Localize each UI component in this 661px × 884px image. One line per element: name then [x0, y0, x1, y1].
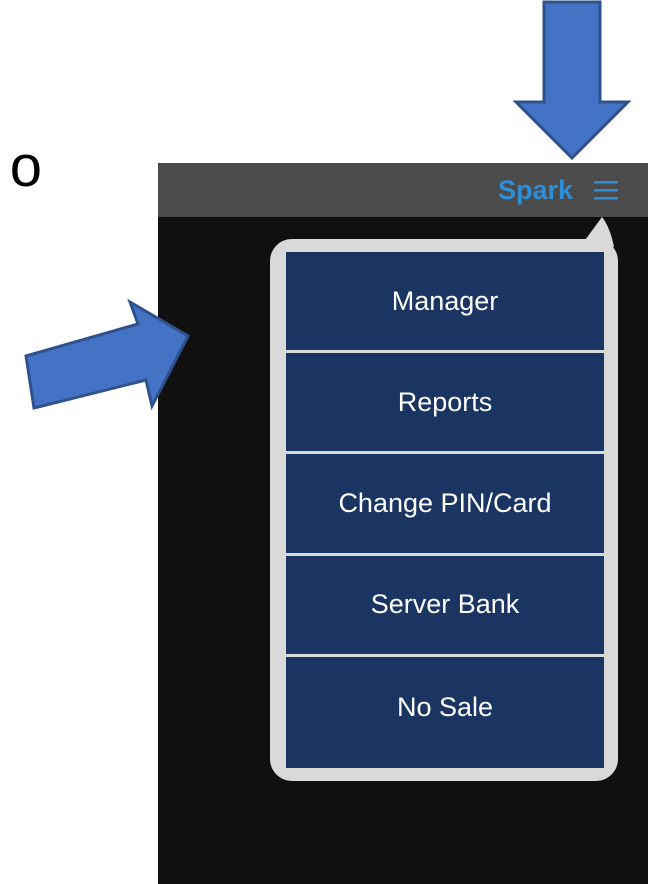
dropdown-menu-popover: Manager Reports Change PIN/Card Server B… — [270, 239, 618, 781]
annotation-arrow-right — [24, 298, 190, 411]
slide-text-fragment: o — [0, 138, 42, 208]
menu-item-reports[interactable]: Reports — [286, 353, 604, 455]
menu-item-server-bank[interactable]: Server Bank — [286, 556, 604, 657]
slide-text-fragment-letter: o — [9, 138, 42, 199]
annotation-arrow-down — [512, 0, 632, 160]
menu-item-manager[interactable]: Manager — [286, 252, 604, 354]
app-title: Spark — [497, 175, 573, 205]
hamburger-menu-icon[interactable] — [592, 177, 622, 203]
top-bar: Spark — [158, 163, 648, 217]
menu-item-change-pin-card[interactable]: Change PIN/Card — [286, 454, 604, 556]
dropdown-menu-list: Manager Reports Change PIN/Card Server B… — [286, 252, 604, 768]
menu-item-no-sale[interactable]: No Sale — [286, 657, 604, 758]
phone-screen: Spark Manager Reports Change PIN/Card Se… — [158, 163, 648, 884]
